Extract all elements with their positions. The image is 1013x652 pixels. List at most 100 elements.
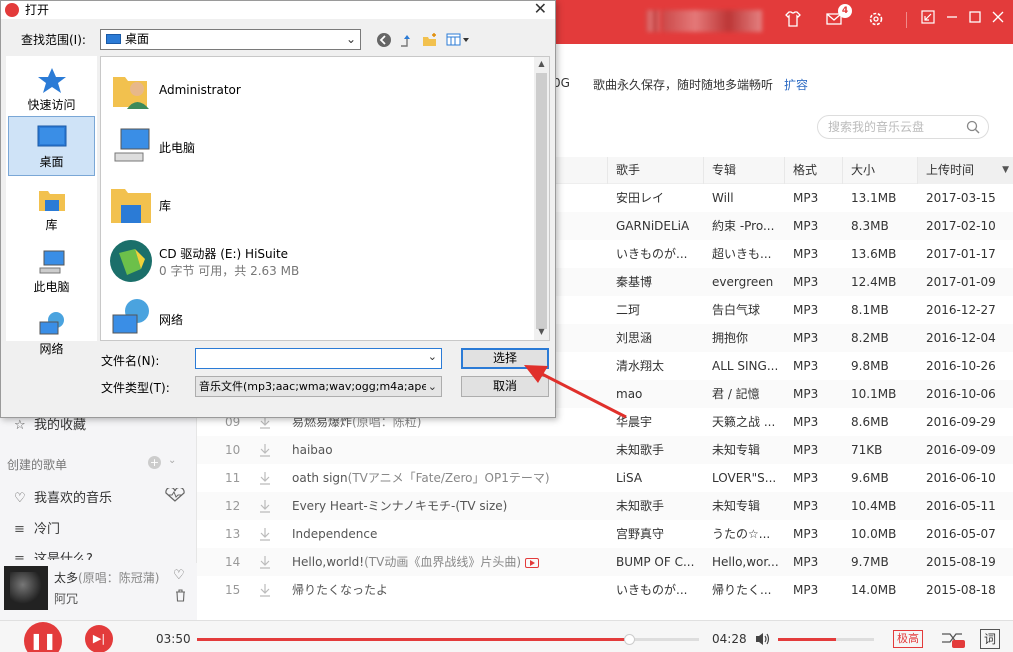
song-number: 12	[225, 499, 241, 513]
song-title: oath sign(TVアニメ「Fate/Zero」OP1テーマ)	[292, 464, 602, 492]
chevron-down-icon[interactable]: ⌄	[428, 350, 437, 363]
now-playing-title: 太多(原唱：陈冠蒲)	[54, 569, 159, 586]
volume-icon[interactable]	[754, 631, 772, 650]
file-item-administrator[interactable]: Administrator	[109, 69, 509, 115]
library-folder-icon	[36, 186, 68, 214]
next-track-button[interactable]: ▶|	[85, 625, 113, 652]
sidebar-item-playlist-2[interactable]: ≡ 这是什么?	[14, 548, 93, 560]
like-heart-icon[interactable]: ♡	[173, 568, 185, 583]
table-row[interactable]: 12 Every Heart-ミンナノキモチ-(TV size) 未知歌手 未知专辑 M…	[197, 492, 1013, 520]
song-format: MP3	[793, 387, 819, 401]
song-size: 9.7MB	[851, 555, 889, 569]
quality-button[interactable]: 极高	[893, 630, 923, 648]
heartbeat-mode-icon[interactable]	[164, 486, 186, 506]
sidebar-item-liked-music[interactable]: ♡ 我喜欢的音乐	[14, 487, 112, 506]
album-cover[interactable]	[4, 566, 48, 610]
place-label: 网络	[39, 342, 64, 356]
sidebar-item-playlist-1[interactable]: ≡ 冷门	[14, 518, 60, 537]
now-playing-artist[interactable]: 阿冗	[54, 590, 78, 607]
settings-gear-icon[interactable]	[866, 10, 886, 30]
col-artist[interactable]: 歌手	[607, 157, 703, 184]
maximize-icon[interactable]	[965, 10, 985, 30]
look-in-select[interactable]: 桌面 ⌄	[100, 29, 361, 50]
download-icon[interactable]	[259, 576, 271, 614]
expand-link[interactable]: 扩容	[784, 76, 808, 93]
song-album: ALL SING...	[712, 359, 779, 373]
song-upload-date: 2016-10-06	[926, 387, 996, 401]
col-size[interactable]: 大小	[842, 157, 917, 184]
file-type-select[interactable]: 音乐文件(mp3;aac;wma;wav;ogg;m4a;ape; ⌄	[195, 376, 442, 397]
sidebar-label: 我喜欢的音乐	[34, 491, 113, 506]
place-desktop[interactable]: 桌面	[8, 116, 95, 176]
trash-icon[interactable]	[175, 589, 186, 605]
file-name: Administrator	[159, 83, 241, 97]
search-input[interactable]: 搜索我的音乐云盘	[817, 115, 989, 139]
file-item-this-pc[interactable]: 此电脑	[109, 125, 509, 171]
song-upload-date: 2016-05-11	[926, 499, 996, 513]
minimize-icon[interactable]	[942, 10, 962, 30]
progress-handle[interactable]	[623, 634, 635, 645]
col-upload-time[interactable]: 上传时间 ▼	[917, 157, 1013, 184]
back-icon[interactable]	[375, 31, 393, 49]
skin-icon[interactable]	[783, 10, 803, 30]
file-item-network[interactable]: 网络	[109, 297, 509, 341]
song-upload-date: 2015-08-18	[926, 583, 996, 597]
close-icon[interactable]	[988, 10, 1008, 30]
up-folder-icon[interactable]	[398, 31, 416, 49]
table-row[interactable]: 10 haibao 未知歌手 未知专辑 MP3 71KB 2016-09-09	[197, 436, 1013, 464]
place-library[interactable]: 库	[8, 180, 95, 238]
mini-mode-icon[interactable]	[918, 10, 938, 30]
song-title: Hello,world!(TV动画《血界战线》片头曲)	[292, 548, 602, 576]
col-upload-time-label: 上传时间	[926, 163, 975, 177]
storage-text: 歌曲永久保存，随时随地多端畅听	[593, 78, 774, 92]
song-subtitle: (原唱：陈冠蒲)	[78, 571, 160, 585]
lyrics-button[interactable]: 词	[980, 629, 1000, 649]
chevron-down-icon[interactable]: ⌄	[168, 455, 176, 466]
pause-button[interactable]: ❚❚	[24, 622, 62, 652]
song-title: Every Heart-ミンナノキモチ-(TV size)	[292, 492, 602, 520]
player-bar	[0, 620, 1013, 652]
table-row[interactable]: 14 Hello,world!(TV动画《血界战线》片头曲) BUMP OF C..…	[197, 548, 1013, 576]
file-item-library[interactable]: 库	[109, 183, 509, 229]
song-number: 11	[225, 471, 241, 485]
place-network[interactable]: 网络	[8, 304, 95, 362]
song-format: MP3	[793, 471, 819, 485]
file-name-input[interactable]: ⌄	[195, 348, 442, 369]
chevron-down-icon[interactable]: ⌄	[346, 30, 356, 49]
volume-slider[interactable]	[778, 638, 874, 641]
star-icon	[36, 66, 68, 94]
song-title: 太多	[54, 571, 79, 585]
progress-fill	[197, 638, 629, 641]
dialog-close-icon[interactable]: ✕	[534, 0, 547, 18]
view-menu-icon[interactable]	[445, 31, 471, 49]
file-list-scrollbar[interactable]: ▲ ▼	[534, 57, 549, 340]
table-row[interactable]: 11 oath sign(TVアニメ「Fate/Zero」OP1テーマ) LiSA L…	[197, 464, 1013, 492]
select-button[interactable]: 选择	[461, 348, 549, 369]
computer-icon	[114, 128, 150, 162]
chevron-down-icon[interactable]: ⌄	[425, 377, 437, 396]
search-icon[interactable]	[966, 116, 980, 146]
table-row[interactable]: 15 帰りたくなったよ いきものが... 帰りたく... MP3 14.0MB 2015-0…	[197, 576, 1013, 604]
table-row[interactable]: 13 Independence 宫野真守 うたの☆... MP3 10.0MB 2016-0…	[197, 520, 1013, 548]
mail-badge: 4	[838, 4, 852, 18]
scroll-thumb[interactable]	[536, 73, 547, 329]
play-mode-icon[interactable]	[940, 628, 966, 652]
search-placeholder: 搜索我的音乐云盘	[828, 120, 925, 134]
song-album: 天籁之战 ...	[712, 415, 776, 429]
divider	[906, 12, 907, 28]
scroll-down-icon[interactable]: ▼	[534, 327, 549, 336]
new-folder-icon[interactable]	[421, 31, 439, 49]
mv-icon[interactable]	[525, 557, 539, 568]
song-upload-date: 2015-08-19	[926, 555, 996, 569]
place-quick-access[interactable]: 快速访问	[8, 60, 95, 116]
song-artist: いきものが...	[616, 247, 688, 261]
add-playlist-icon[interactable]: +	[148, 456, 161, 469]
col-album[interactable]: 专辑	[703, 157, 784, 184]
col-format[interactable]: 格式	[784, 157, 842, 184]
song-album: 告白气球	[712, 303, 761, 317]
scroll-up-icon[interactable]: ▲	[534, 59, 549, 68]
progress-bar[interactable]	[197, 634, 699, 645]
cancel-button[interactable]: 取消	[461, 376, 549, 397]
file-item-cd-drive[interactable]: CD 驱动器 (E:) HiSuite 0 字节 可用，共 2.63 MB	[109, 239, 509, 287]
place-this-pc[interactable]: 此电脑	[8, 242, 95, 300]
